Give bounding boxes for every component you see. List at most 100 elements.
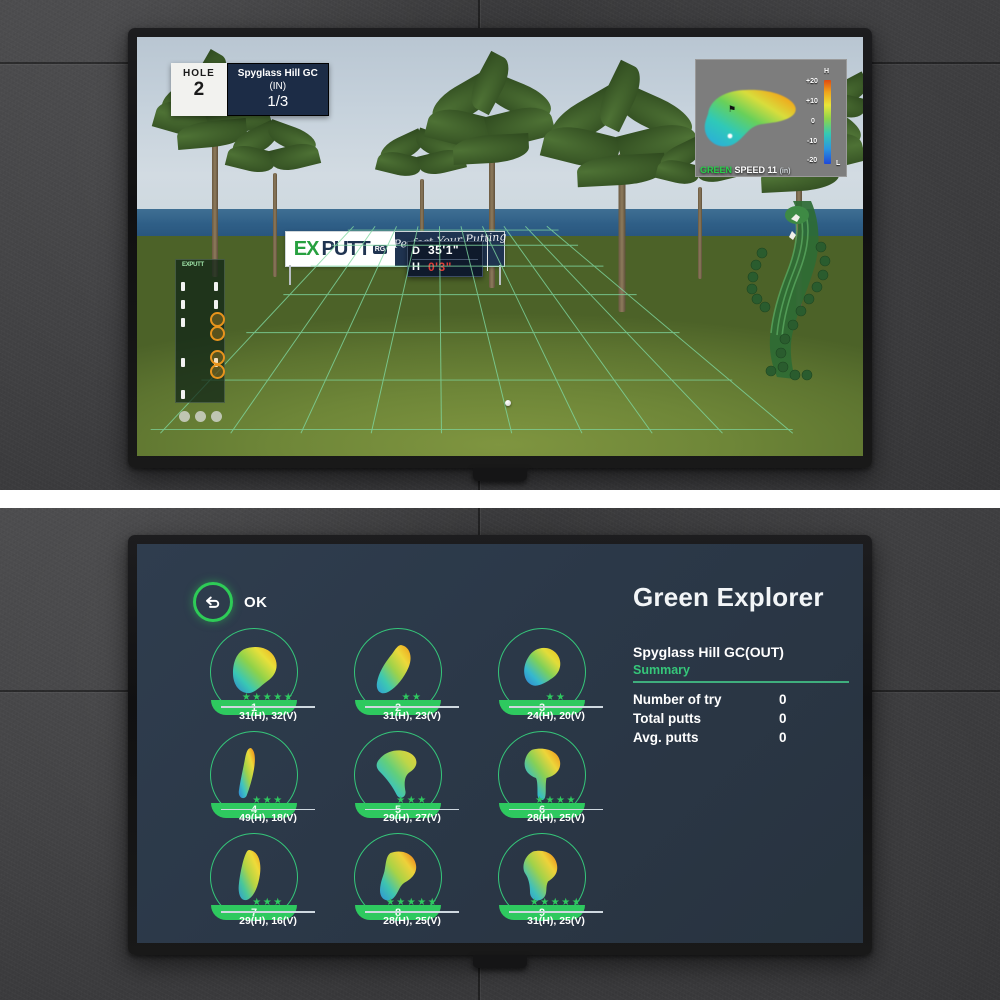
star-rating: ★★★ [252, 897, 284, 909]
hole-header: HOLE 2 Spyglass Hill GC (IN) 1/3 [171, 63, 329, 116]
hole-meta: ★★★★★ 31(H), 25(V) [509, 898, 603, 927]
strip-tick [181, 358, 185, 367]
green-explorer-app: OK Green Explorer Spyglass Hill GC(OUT) … [137, 544, 863, 943]
tv-upper: EX PUTT RG Perfect Your Putting D 35'1" [128, 28, 872, 481]
hole-progress: 1/3 [267, 92, 289, 110]
green-contour-shape [238, 747, 255, 798]
tv-wall-mount [473, 955, 527, 968]
green-contour-shape [376, 645, 411, 694]
star-rating: ★★ [545, 692, 567, 704]
strip-tick [181, 300, 185, 309]
green-contour-shape [376, 750, 417, 798]
flag-marker-icon: ⚑ [728, 104, 737, 114]
meta-divider [365, 808, 459, 811]
meta-divider [509, 808, 603, 811]
star-rating: ★★★★ [535, 794, 577, 806]
strip-tick [214, 300, 218, 309]
hole-thumbnail[interactable]: 8★★★★★28(H), 25(V) [337, 831, 459, 927]
hole-meta: ★★★★★ 31(H), 32(V) [221, 693, 315, 722]
green-contour-shape [523, 851, 558, 901]
speed-unit: (in) [779, 168, 791, 175]
putting-strip-overlay[interactable]: EXPUTT [175, 259, 225, 403]
hole-dimensions: 31(H), 25(V) [527, 914, 585, 927]
hole-thumbnail[interactable]: 5★★★29(H), 27(V) [337, 729, 459, 824]
strip-target-circle [210, 364, 225, 379]
back-arrow-glyph [206, 596, 220, 608]
stat-row: Avg. putts 0 [633, 730, 849, 745]
stat-key: Avg. putts [633, 730, 699, 745]
tv-wall-mount [473, 468, 527, 481]
hole-label: HOLE [183, 68, 215, 79]
green-contour-shape [238, 850, 261, 901]
hole-thumbnail[interactable]: 2★★31(H), 23(V) [337, 626, 459, 722]
green-explorer-screen[interactable]: OK Green Explorer Spyglass Hill GC(OUT) … [137, 544, 863, 943]
hole-dimensions: 29(H), 16(V) [239, 914, 297, 927]
ok-label: OK [244, 593, 268, 611]
scale-high-label: H [824, 68, 830, 75]
strip-tick [181, 390, 185, 399]
hole-dimensions: 31(H), 32(V) [239, 709, 297, 722]
strip-target-circle [210, 326, 225, 341]
star-rating: ★★★★★ [529, 897, 583, 909]
golf-ball [505, 400, 511, 406]
hole-thumbnail[interactable]: 6★★★★28(H), 25(V) [481, 729, 603, 824]
stat-value: 0 [779, 730, 787, 745]
meta-divider [365, 706, 459, 708]
simulator-screen[interactable]: EX PUTT RG Perfect Your Putting D 35'1" [137, 37, 863, 456]
hole-dimensions: 28(H), 25(V) [383, 914, 441, 927]
star-rating: ★★★★★ [385, 897, 439, 909]
strip-target-circle [210, 350, 225, 365]
stat-value: 0 [779, 692, 787, 707]
hole-thumbnail[interactable]: 4★★★49(H), 18(V) [193, 729, 315, 824]
elevation-color-scale [824, 80, 831, 164]
meta-divider [365, 911, 459, 913]
back-arrow-icon[interactable] [193, 582, 233, 622]
green-label: GREEN [700, 165, 733, 175]
speed-label: SPEED 11 [734, 165, 778, 175]
hole-thumbnail[interactable]: 1★★★★★31(H), 32(V) [193, 626, 315, 722]
course-title: Spyglass Hill GC(OUT) [633, 644, 784, 660]
strip-tick [181, 318, 185, 327]
flagstick [487, 237, 488, 271]
star-rating: ★★★★★ [241, 692, 295, 704]
meta-divider [221, 706, 315, 708]
green-speed-readout: GREEN SPEED 11 (in) [700, 165, 790, 175]
meta-divider [221, 808, 315, 811]
hole-number: 2 [193, 79, 205, 100]
green-contour-shape [524, 748, 561, 800]
green-contour-minimap[interactable]: ⚑ H +20 +10 0 -10 -20 L GREEN SPEED 11 (… [695, 59, 847, 177]
hole-thumbnail[interactable]: 3★★24(H), 20(V) [481, 626, 603, 722]
course-name: Spyglass Hill GC [237, 68, 318, 79]
hole-meta: ★★★★★ 28(H), 25(V) [365, 898, 459, 927]
scale-tick: +20 [806, 78, 818, 85]
hole-dimensions: 29(H), 27(V) [383, 812, 441, 825]
stat-key: Total putts [633, 711, 701, 726]
golf-scene: EX PUTT RG Perfect Your Putting D 35'1" [137, 37, 863, 456]
hole-meta: ★★★ 49(H), 18(V) [221, 795, 315, 824]
strip-brand-icon: EXPUTT [182, 262, 204, 268]
meta-divider [509, 706, 603, 708]
screenshot-root: EX PUTT RG Perfect Your Putting D 35'1" [0, 0, 1000, 1000]
hole-thumbnail[interactable]: 9★★★★★31(H), 25(V) [481, 831, 603, 927]
scale-tick: 0 [811, 118, 815, 125]
hole-badge: HOLE 2 [171, 63, 227, 116]
hole-dimensions: 31(H), 23(V) [383, 709, 441, 722]
scale-tick: +10 [806, 98, 818, 105]
hole-thumbnail-grid: 1★★★★★31(H), 32(V)2★★31(H), 23(V)3★★24(H… [193, 626, 603, 927]
ok-back-button[interactable]: OK [193, 582, 268, 622]
hole-meta: ★★★ 29(H), 27(V) [365, 795, 459, 825]
scale-low-label: L [836, 160, 841, 167]
panel-divider [0, 490, 1000, 508]
hole-meta: ★★★★ 28(H), 25(V) [509, 794, 603, 824]
green-contour-shape [704, 89, 796, 147]
meta-divider [221, 911, 315, 913]
green-contour-shape [380, 851, 417, 901]
green-contour-shape [233, 647, 277, 694]
hole-meta: ★★★ 29(H), 16(V) [221, 898, 315, 927]
meta-divider [509, 911, 603, 913]
stat-row: Total putts 0 [633, 711, 849, 726]
summary-label: Summary [633, 663, 690, 677]
hole-thumbnail[interactable]: 7★★★29(H), 16(V) [193, 831, 315, 927]
tv-lower: OK Green Explorer Spyglass Hill GC(OUT) … [128, 535, 872, 968]
summary-panel: Spyglass Hill GC(OUT) Summary Number of … [633, 644, 849, 749]
